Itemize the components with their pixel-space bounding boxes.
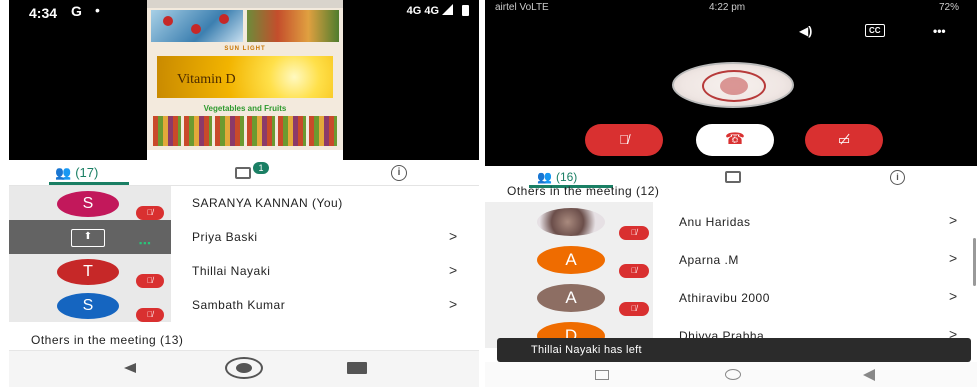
speaking-icon: ▪▪▪: [139, 238, 152, 248]
vegetables-title: Vegetables and Fruits: [203, 104, 287, 113]
chat-icon[interactable]: [235, 167, 251, 179]
chat-badge: 1: [253, 162, 269, 174]
vitamin-d-banner: Vitamin D: [157, 56, 333, 98]
participant-row[interactable]: A 🎙̸ Athiravibu 2000 >: [485, 278, 977, 316]
participant-row[interactable]: ⬆ ▪▪▪ Priya Baski >: [9, 220, 479, 254]
participant-name: Priya Baski: [192, 230, 258, 244]
participant-row[interactable]: S 🎙̸ SARANYA KANNAN (You): [9, 186, 479, 220]
mic-off-icon: 🎙̸: [619, 226, 649, 240]
tab-people[interactable]: 👥 (16): [537, 170, 577, 184]
avatar: A: [537, 284, 605, 312]
battery-icon: [462, 5, 469, 16]
carrier-label: airtel VoLTE: [495, 2, 549, 13]
home-icon[interactable]: [225, 357, 263, 379]
status-time: 4:34: [29, 5, 58, 21]
participant-name: Sambath Kumar: [192, 298, 286, 312]
vitamin-d-label: Vitamin D: [177, 72, 236, 87]
shared-browser-bar: [147, 0, 343, 8]
signal-icon: [442, 4, 453, 15]
participant-name: SARANYA KANNAN (You): [192, 196, 343, 210]
chevron-right-icon[interactable]: >: [949, 250, 957, 266]
participant-row[interactable]: 🎙̸ Anu Haridas >: [485, 202, 977, 240]
others-label: Others in the meeting (12): [507, 184, 660, 198]
chevron-right-icon[interactable]: >: [449, 228, 457, 244]
battery-label: 72%: [938, 2, 959, 13]
chevron-right-icon[interactable]: >: [449, 262, 457, 278]
scrollbar[interactable]: [973, 238, 976, 286]
presenting-icon: ⬆: [71, 229, 105, 247]
chevron-right-icon[interactable]: >: [949, 288, 957, 304]
tab-people[interactable]: 👥 (17): [55, 165, 98, 181]
chevron-right-icon[interactable]: >: [449, 296, 457, 312]
back-icon[interactable]: [124, 363, 136, 373]
info-icon[interactable]: i: [890, 170, 905, 185]
mic-off-icon: 🎙̸: [136, 206, 164, 220]
hang-up-icon: ☎: [725, 131, 745, 148]
more-options-icon[interactable]: •••: [933, 24, 946, 38]
left-phone-screen: 4:34 G • 4G 4G SUN LIGHT Vitamin D Veget…: [9, 0, 479, 387]
mute-mic-button[interactable]: 🎙̸: [585, 124, 663, 156]
virus-image: [151, 10, 243, 42]
info-icon[interactable]: i: [391, 165, 407, 181]
back-icon[interactable]: [863, 369, 875, 381]
mic-off-icon: 🎙̸: [136, 308, 164, 322]
shared-screen-image: SUN LIGHT Vitamin D Vegetables and Fruit…: [147, 0, 343, 160]
call-view: airtel VoLTE 4:22 pm 72% ◀) CC ••• 🎙̸ ☎ …: [485, 0, 977, 166]
status-bar: airtel VoLTE 4:22 pm 72%: [485, 0, 977, 14]
status-time: 4:22 pm: [709, 2, 746, 13]
people-count: (16): [555, 170, 578, 184]
participant-name: Anu Haridas: [679, 215, 751, 229]
participant-name: Athiravibu 2000: [679, 291, 770, 305]
people-icon: 👥: [55, 165, 72, 180]
tab-indicator: [49, 182, 129, 185]
meeting-logo: [672, 62, 794, 108]
chevron-right-icon[interactable]: >: [949, 212, 957, 228]
mic-off-icon: 🎙̸: [619, 132, 629, 147]
participant-name: Thillai Nayaki: [192, 264, 271, 278]
notification-dot-icon: •: [95, 2, 100, 18]
home-icon[interactable]: [725, 369, 741, 380]
mic-off-icon: 🎙̸: [619, 264, 649, 278]
toast-notification: Thillai Nayaki has left: [497, 338, 971, 362]
chat-icon[interactable]: [725, 171, 741, 183]
people-count: (17): [75, 165, 99, 180]
participant-list: 🎙̸ Anu Haridas > A 🎙̸ Aparna .M > A 🎙̸ A…: [485, 198, 977, 348]
avatar: T: [57, 259, 119, 285]
google-icon: G: [71, 3, 82, 19]
participant-row[interactable]: A 🎙̸ Aparna .M >: [485, 240, 977, 278]
vegetables-image: [247, 10, 339, 42]
android-nav-bar: [485, 362, 977, 387]
participant-name: Aparna .M: [679, 253, 739, 267]
people-icon: 👥: [537, 170, 552, 184]
mic-off-icon: 🎙̸: [619, 302, 649, 316]
camera-off-icon: ▭̸: [837, 132, 851, 147]
tab-bar: 👥 (17) 1 i: [9, 160, 479, 186]
recents-icon[interactable]: [347, 362, 367, 374]
food-grid: [153, 116, 338, 146]
logo-emblem: [720, 77, 748, 95]
network-label: 4G 4G: [406, 5, 439, 17]
sunlight-label: SUN LIGHT: [224, 46, 266, 52]
others-section: Others in the meeting (13): [9, 326, 479, 350]
captions-icon[interactable]: CC: [865, 24, 885, 37]
participant-row[interactable]: S 🎙̸ Sambath Kumar >: [9, 288, 479, 322]
android-nav-bar: [9, 350, 479, 387]
recents-icon[interactable]: [595, 370, 609, 380]
avatar: S: [57, 293, 119, 319]
end-call-button[interactable]: ☎: [696, 124, 774, 156]
presentation-view: 4:34 G • 4G 4G SUN LIGHT Vitamin D Veget…: [9, 0, 479, 160]
right-phone-screen: airtel VoLTE 4:22 pm 72% ◀) CC ••• 🎙̸ ☎ …: [485, 0, 977, 387]
avatar: [537, 208, 605, 236]
participant-row[interactable]: T 🎙̸ Thillai Nayaki >: [9, 254, 479, 288]
avatar: S: [57, 191, 119, 217]
speaker-icon[interactable]: ◀): [799, 24, 812, 38]
avatar: A: [537, 246, 605, 274]
mic-off-icon: 🎙̸: [136, 274, 164, 288]
shared-nav-bar: [147, 150, 343, 160]
participant-list: S 🎙̸ SARANYA KANNAN (You) ⬆ ▪▪▪ Priya Ba…: [9, 186, 479, 326]
others-label: Others in the meeting (13): [31, 333, 184, 347]
camera-off-button[interactable]: ▭̸: [805, 124, 883, 156]
